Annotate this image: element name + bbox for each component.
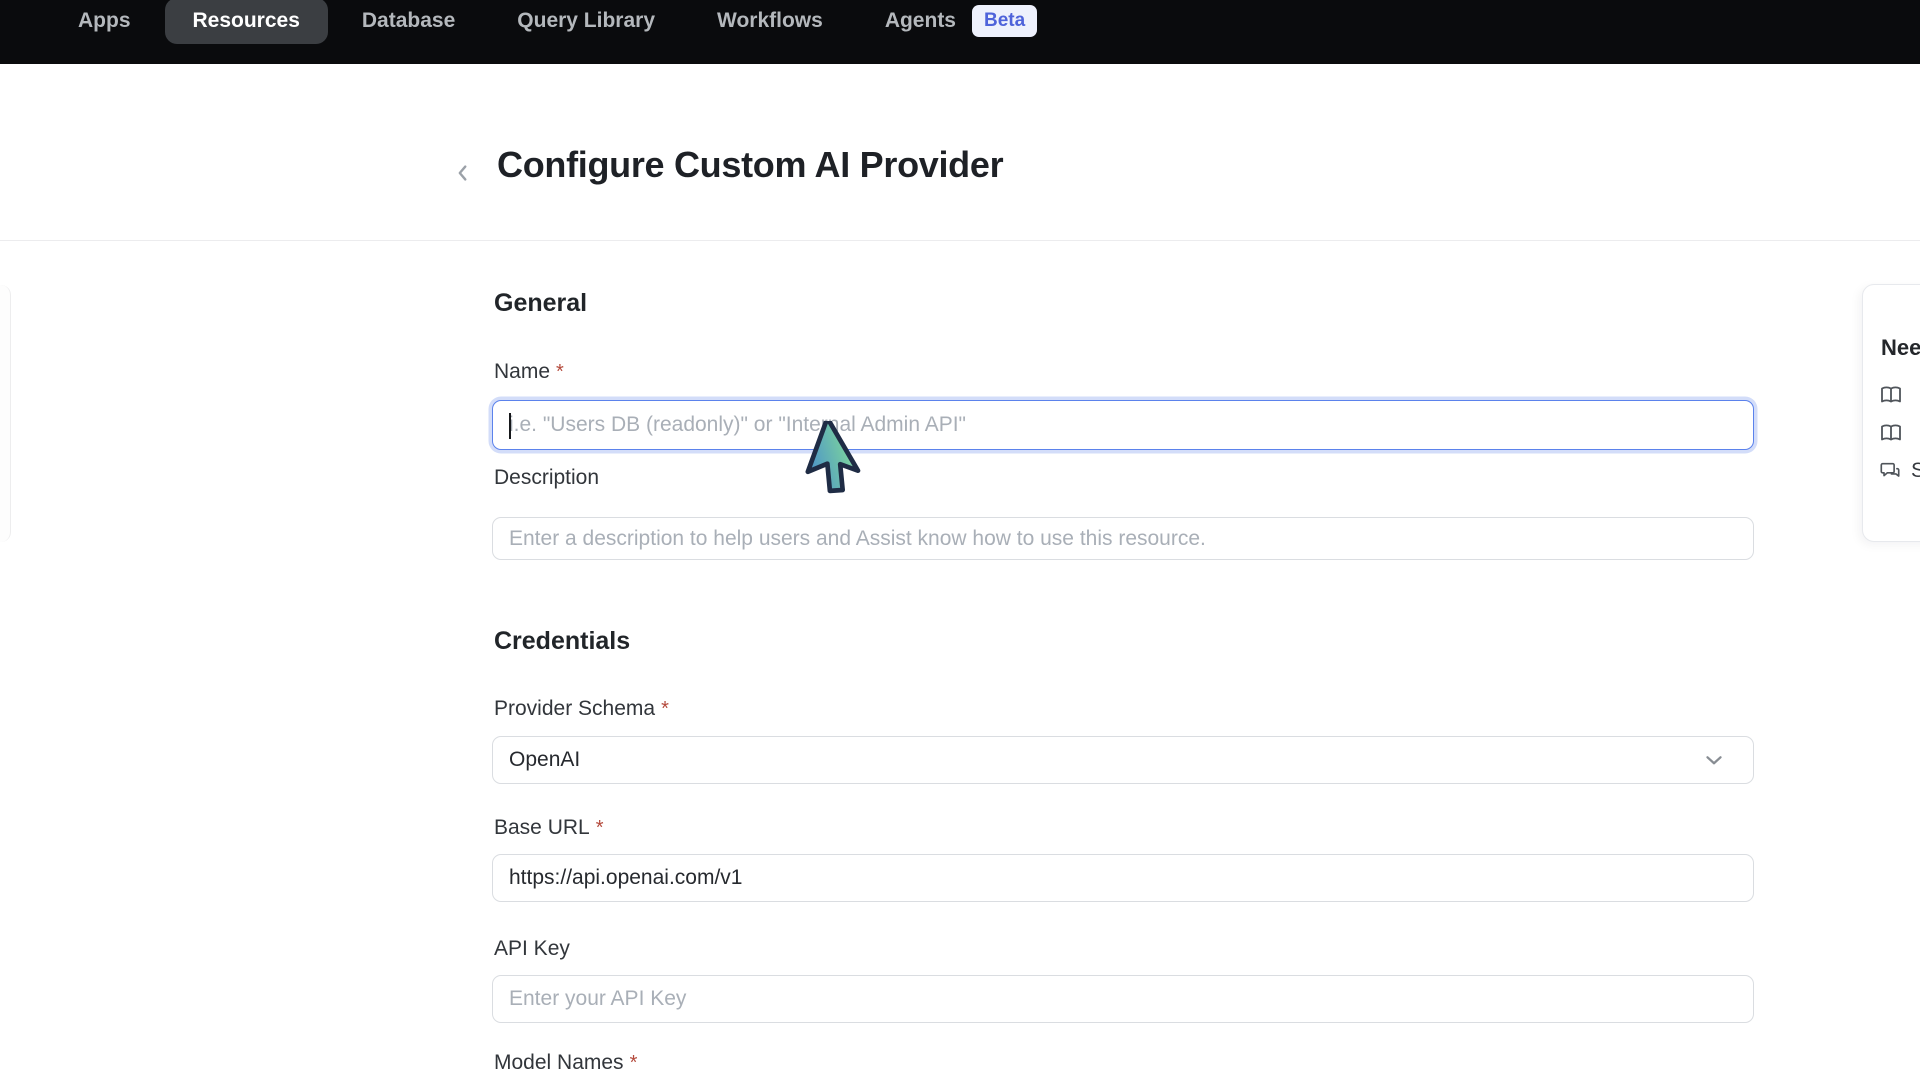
help-link-docs[interactable] xyxy=(1879,383,1913,407)
help-link-guides[interactable] xyxy=(1879,421,1913,445)
nav-tab-label: Query Library xyxy=(517,9,655,33)
back-button[interactable] xyxy=(448,158,478,188)
required-marker: * xyxy=(630,1052,638,1074)
help-link-support[interactable]: S xyxy=(1879,459,1920,483)
nav-tab-resources[interactable]: Resources xyxy=(165,0,328,44)
book-icon xyxy=(1879,383,1903,407)
help-panel-heading: Nee xyxy=(1881,335,1920,361)
required-marker: * xyxy=(661,698,669,720)
page-title: Configure Custom AI Provider xyxy=(497,144,1003,186)
book-icon xyxy=(1879,421,1903,445)
description-input[interactable] xyxy=(492,517,1754,560)
section-heading-general: General xyxy=(494,289,587,318)
nav-tab-workflows[interactable]: Workflows xyxy=(689,0,851,44)
nav-tab-label: Workflows xyxy=(717,9,823,33)
chat-icon xyxy=(1879,460,1901,482)
nav-tab-query-library[interactable]: Query Library xyxy=(489,0,683,44)
api-key-input[interactable] xyxy=(492,975,1754,1023)
header-divider xyxy=(0,240,1920,241)
nav-tab-label: Apps xyxy=(78,9,131,33)
nav-tab-label: Database xyxy=(362,9,455,33)
description-label: Description xyxy=(494,466,599,490)
section-heading-credentials: Credentials xyxy=(494,627,630,656)
provider-schema-value: OpenAI xyxy=(509,748,580,772)
help-link-label: S xyxy=(1911,459,1920,483)
nav-tab-label: Agents xyxy=(885,9,956,33)
api-key-label: API Key xyxy=(494,937,570,961)
nav-tab-database[interactable]: Database xyxy=(334,0,483,44)
left-panel-edge xyxy=(0,285,11,542)
base-url-label: Base URL* xyxy=(494,816,604,840)
chevron-down-icon xyxy=(1701,747,1727,773)
text-caret xyxy=(509,413,511,439)
name-label: Name* xyxy=(494,360,564,384)
nav-tab-label: Resources xyxy=(193,9,300,33)
top-nav-bar: Apps Resources Database Query Library Workfl… xyxy=(0,0,1920,64)
chevron-left-icon xyxy=(452,162,474,184)
help-panel: Nee S xyxy=(1862,284,1920,542)
required-marker: * xyxy=(556,361,564,383)
required-marker: * xyxy=(596,817,604,839)
provider-schema-select[interactable]: OpenAI xyxy=(492,736,1754,784)
name-input[interactable] xyxy=(492,400,1754,450)
model-names-label: Model Names* xyxy=(494,1051,637,1075)
base-url-input[interactable] xyxy=(492,854,1754,902)
nav-tab-agents[interactable]: Agents Beta xyxy=(857,0,1065,44)
nav-tab-apps[interactable]: Apps xyxy=(50,0,159,44)
beta-badge: Beta xyxy=(972,5,1037,37)
provider-schema-label: Provider Schema* xyxy=(494,697,669,721)
